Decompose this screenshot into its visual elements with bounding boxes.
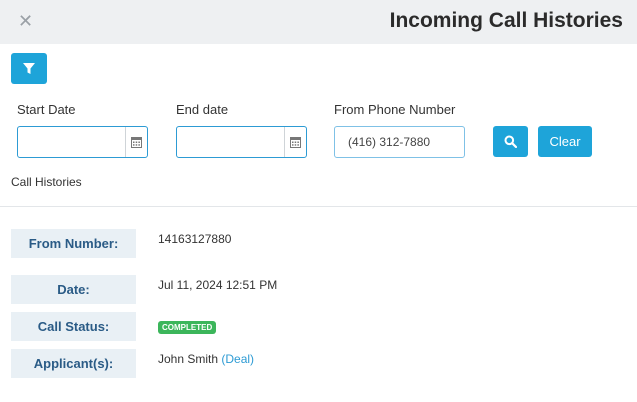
applicant-name: John Smith [158, 352, 219, 366]
divider [0, 206, 637, 207]
modal-header: ✕ Incoming Call Histories [0, 0, 637, 44]
deal-link[interactable]: (Deal) [221, 352, 254, 366]
section-label: Call Histories [11, 175, 82, 189]
from-number-value: 14163127880 [158, 232, 232, 246]
applicants-label: Applicant(s): [11, 349, 136, 378]
date-value: Jul 11, 2024 12:51 PM [158, 278, 278, 292]
start-date-field[interactable] [17, 126, 148, 158]
page-title: Incoming Call Histories [389, 9, 623, 32]
from-number-label: From Number: [11, 229, 136, 258]
date-label: Date: [11, 275, 136, 304]
applicants-value: John Smith (Deal) [158, 352, 254, 366]
calendar-icon[interactable] [125, 127, 147, 157]
from-phone-label: From Phone Number [334, 102, 456, 117]
status-badge: COMPLETED [158, 321, 217, 334]
filter-button[interactable] [11, 53, 47, 84]
from-phone-input[interactable]: (416) 312-7880 [334, 126, 465, 158]
end-date-field[interactable] [176, 126, 307, 158]
search-button[interactable] [493, 126, 528, 157]
close-icon[interactable]: ✕ [18, 11, 33, 31]
start-date-label: Start Date [17, 102, 76, 117]
call-status-label: Call Status: [11, 312, 136, 341]
clear-button[interactable]: Clear [538, 126, 592, 157]
filter-icon [23, 62, 35, 74]
search-icon [504, 135, 517, 148]
calendar-icon[interactable] [284, 127, 306, 157]
end-date-label: End date [176, 102, 229, 117]
